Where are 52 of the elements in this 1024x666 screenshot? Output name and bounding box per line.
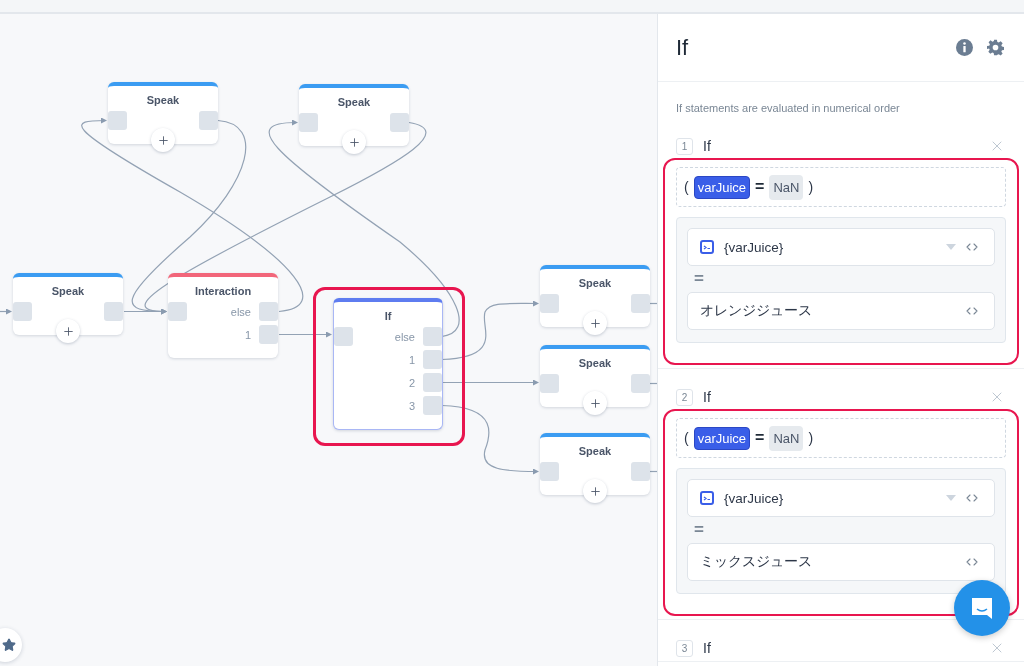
condition-field[interactable]: ミックスジュース: [687, 543, 995, 581]
parenthesis: (: [684, 430, 689, 446]
parenthesis: (: [684, 179, 689, 195]
parenthesis: ): [808, 179, 814, 195]
flow-node[interactable]: Speak: [299, 84, 409, 146]
panel-note: If statements are evaluated in numerical order: [675, 101, 901, 116]
operator: =: [755, 429, 765, 447]
flow-node[interactable]: Speak: [540, 345, 650, 407]
port-label: 1: [244, 328, 251, 341]
flow-node[interactable]: Speak: [540, 433, 650, 495]
panel-title: If: [676, 34, 690, 61]
node-title: Speak: [577, 276, 613, 291]
condition-field[interactable]: {varJuice}: [687, 479, 995, 517]
condition-label: If: [703, 389, 712, 405]
condition-number: 3: [676, 639, 693, 657]
port-label: else: [394, 330, 415, 343]
flow-node[interactable]: Speak: [13, 273, 123, 335]
node-title: Speak: [577, 356, 613, 371]
expression-box[interactable]: ( varJuice = NaN ): [676, 167, 1006, 207]
flow-node[interactable]: Speak: [540, 265, 650, 327]
expression-box[interactable]: ( varJuice = NaN ): [676, 418, 1006, 458]
node-title: Speak: [50, 284, 86, 299]
variable-chip[interactable]: varJuice: [693, 426, 751, 450]
equals-sign: =: [693, 268, 705, 290]
field-value: ミックスジュース: [700, 553, 813, 571]
value-chip[interactable]: NaN: [769, 174, 804, 200]
node-title: Speak: [336, 95, 372, 110]
condition-label: If: [703, 138, 712, 154]
condition-field[interactable]: {varJuice}: [687, 228, 995, 266]
condition-field[interactable]: オレンジジュース: [687, 292, 995, 330]
node-title: Speak: [577, 444, 613, 459]
port-label: 3: [408, 399, 415, 412]
flow-node[interactable]: Interaction else 1: [168, 273, 278, 358]
condition-number: 1: [676, 137, 693, 155]
value-chip[interactable]: NaN: [769, 425, 804, 451]
field-value: {varJuice}: [724, 490, 785, 506]
flow-node[interactable]: Speak: [108, 82, 218, 144]
operator: =: [755, 178, 765, 196]
port-label: 2: [408, 376, 415, 389]
variable-chip[interactable]: varJuice: [693, 175, 751, 199]
parenthesis: ): [808, 430, 814, 446]
port-label: else: [230, 305, 251, 318]
condition-label: If: [703, 640, 712, 656]
port-label: 1: [408, 353, 415, 366]
equals-sign: =: [693, 519, 705, 541]
field-value: {varJuice}: [724, 239, 785, 255]
node-title: Interaction: [193, 284, 253, 299]
node-title: If: [383, 309, 393, 324]
flow-node[interactable]: If else 1 2 3: [333, 298, 443, 430]
field-value: オレンジジュース: [700, 302, 813, 320]
condition-number: 2: [676, 388, 693, 406]
node-title: Speak: [145, 93, 181, 108]
